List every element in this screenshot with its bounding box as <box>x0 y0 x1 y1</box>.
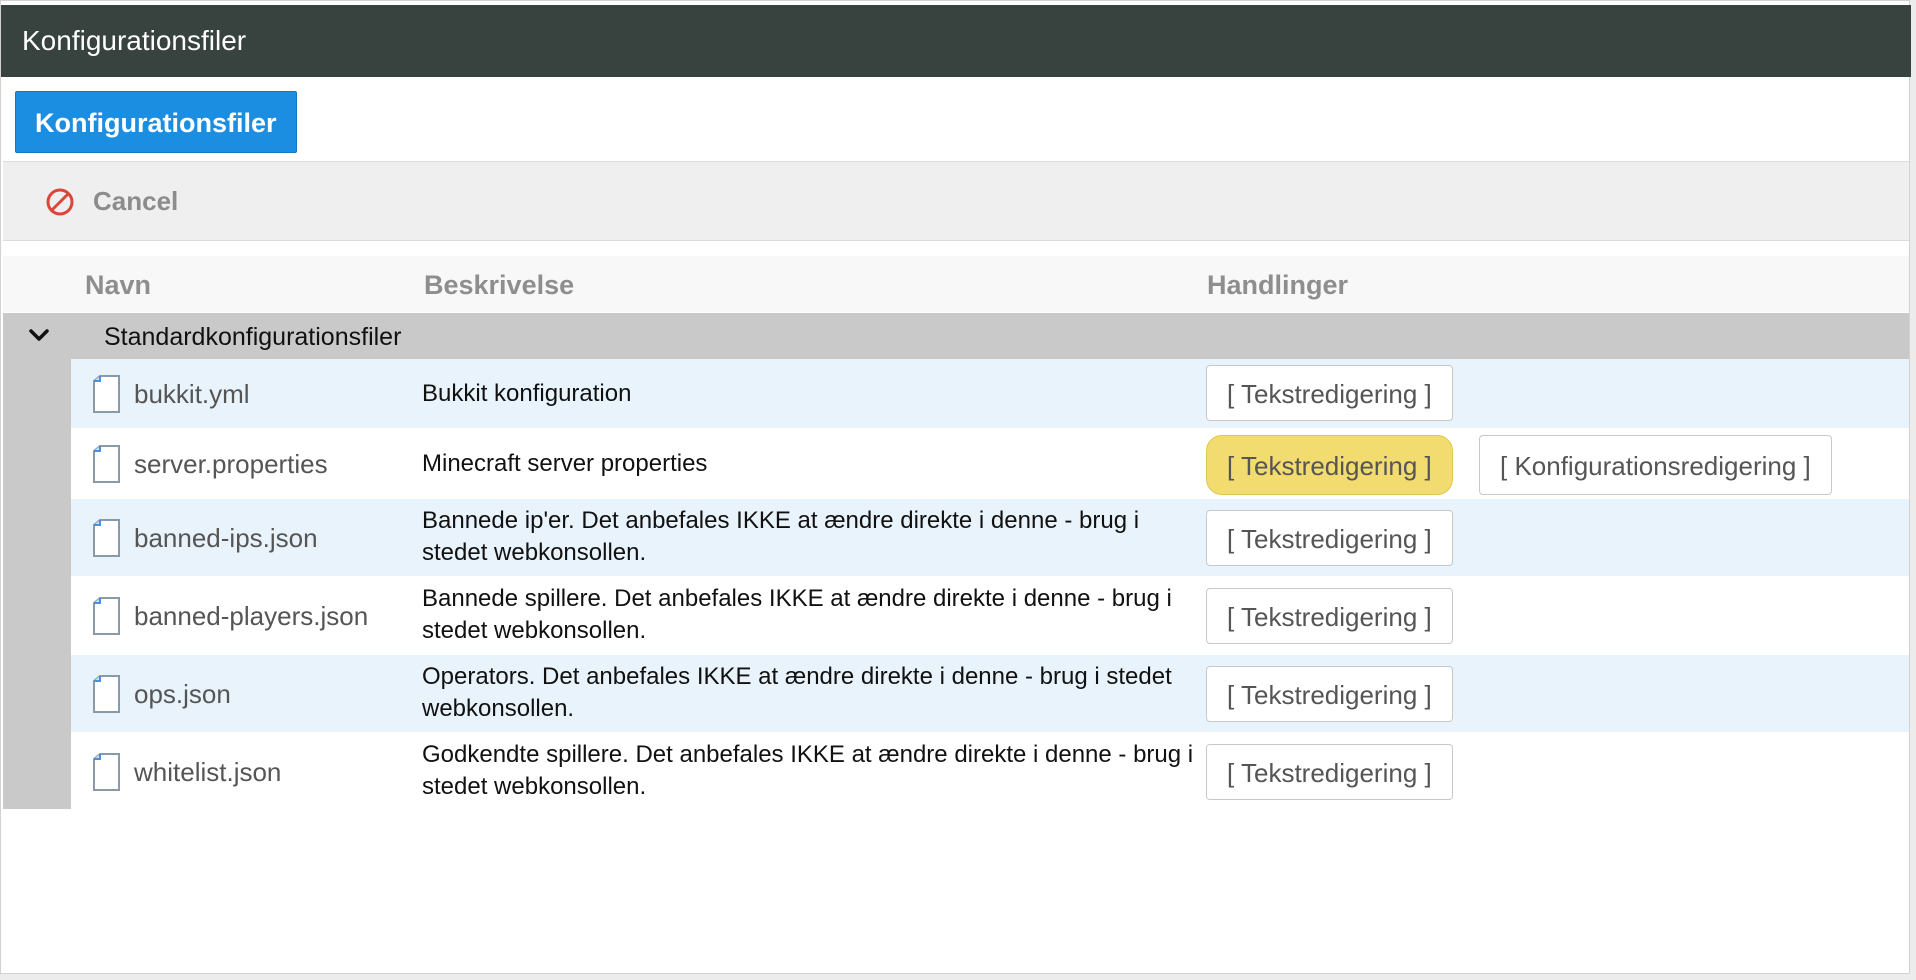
file-description: Bannede ip'er. Det anbefales IKKE at ænd… <box>422 507 1140 566</box>
file-icon <box>93 753 120 791</box>
text-edit-button[interactable]: [ Tekstredigering ] <box>1206 365 1453 421</box>
file-description: Godkendte spillere. Det anbefales IKKE a… <box>422 741 1194 800</box>
file-icon <box>93 597 120 635</box>
text-edit-button[interactable]: [ Tekstredigering ] <box>1206 435 1453 495</box>
prohibited-icon <box>46 188 74 215</box>
file-description: Operators. Det anbefales IKKE at ændre d… <box>422 663 1172 722</box>
toolbar: Cancel <box>3 161 1909 241</box>
header-actions: Handlinger <box>1207 270 1349 300</box>
file-icon <box>93 519 120 557</box>
group-row[interactable]: Standardkonfigurationsfiler <box>3 313 1909 359</box>
header-name: Navn <box>85 270 152 300</box>
table-row: bukkit.yml Bukkit konfiguration [ Tekstr… <box>71 359 1909 429</box>
window-title: Konfigurationsfiler <box>1 5 1911 77</box>
cancel-label: Cancel <box>93 186 179 216</box>
text-edit-button[interactable]: [ Tekstredigering ] <box>1206 588 1453 644</box>
table-row: whitelist.json Godkendte spillere. Det a… <box>71 733 1909 811</box>
text-edit-button[interactable]: [ Tekstredigering ] <box>1206 666 1453 722</box>
file-name-cell: banned-players.json <box>92 597 368 635</box>
file-icon <box>93 375 120 413</box>
group-title: Standardkonfigurationsfiler <box>104 323 402 351</box>
file-description: Bukkit konfiguration <box>422 380 632 407</box>
file-name: banned-players.json <box>134 600 369 631</box>
file-description: Minecraft server properties <box>422 450 708 477</box>
file-name-cell: banned-ips.json <box>92 519 318 557</box>
header-description: Beskrivelse <box>424 270 575 300</box>
table-row: banned-players.json Bannede spillere. De… <box>71 577 1909 655</box>
cancel-button[interactable]: Cancel <box>45 186 178 217</box>
file-name: banned-ips.json <box>134 522 318 553</box>
config-edit-button[interactable]: [ Konfigurationsredigering ] <box>1479 435 1832 495</box>
file-name-cell: bukkit.yml <box>92 375 250 413</box>
chevron-down-icon[interactable] <box>25 321 53 349</box>
file-name-cell: whitelist.json <box>92 753 281 791</box>
file-name: whitelist.json <box>134 756 282 787</box>
file-icon <box>93 445 120 483</box>
file-description: Bannede spillere. Det anbefales IKKE at … <box>422 585 1172 644</box>
file-list: bukkit.yml Bukkit konfiguration [ Tekstr… <box>71 359 1909 811</box>
file-name-cell: server.properties <box>92 445 328 483</box>
table-row: banned-ips.json Bannede ip'er. Det anbef… <box>71 499 1909 577</box>
file-name: server.properties <box>134 448 328 479</box>
config-files-window: Konfigurationsfiler Konfigurationsfiler … <box>0 0 1911 974</box>
table-row: ops.json Operators. Det anbefales IKKE a… <box>71 655 1909 733</box>
text-edit-button[interactable]: [ Tekstredigering ] <box>1206 510 1453 566</box>
file-name-cell: ops.json <box>92 675 231 713</box>
file-name: ops.json <box>134 678 231 709</box>
table-header: Navn Beskrivelse Handlinger <box>3 256 1909 312</box>
config-files-tab-button[interactable]: Konfigurationsfiler <box>15 91 297 153</box>
group-indent-bar <box>3 359 71 809</box>
file-icon <box>93 675 120 713</box>
table-row: server.properties Minecraft server prope… <box>71 429 1909 499</box>
file-name: bukkit.yml <box>134 378 250 409</box>
text-edit-button[interactable]: [ Tekstredigering ] <box>1206 744 1453 800</box>
